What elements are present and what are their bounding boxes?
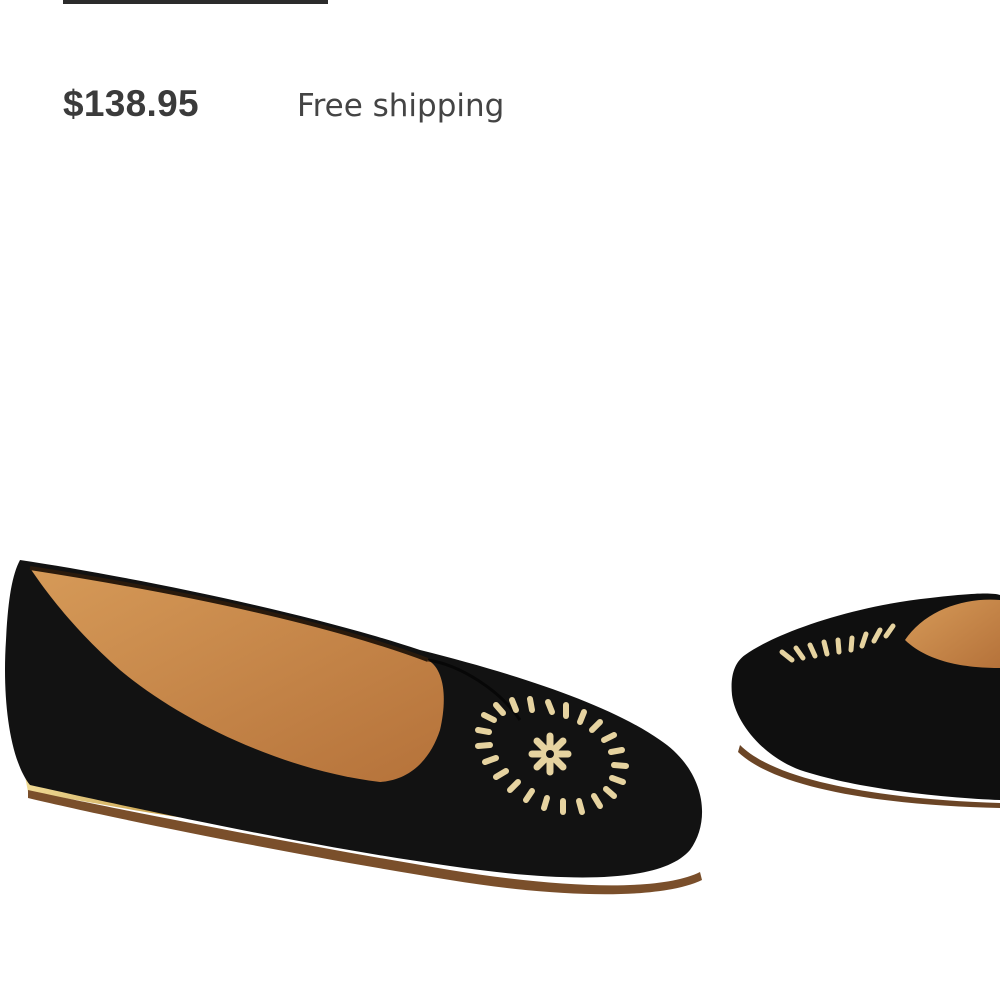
front-shoe [5, 560, 703, 895]
product-image[interactable] [0, 520, 1000, 940]
back-shoe [731, 593, 1000, 808]
shipping-info: Free shipping [297, 88, 505, 124]
product-listing: $138.95 Free shipping [0, 0, 1000, 1000]
product-price: $138.95 [63, 83, 199, 124]
top-divider [63, 0, 328, 4]
